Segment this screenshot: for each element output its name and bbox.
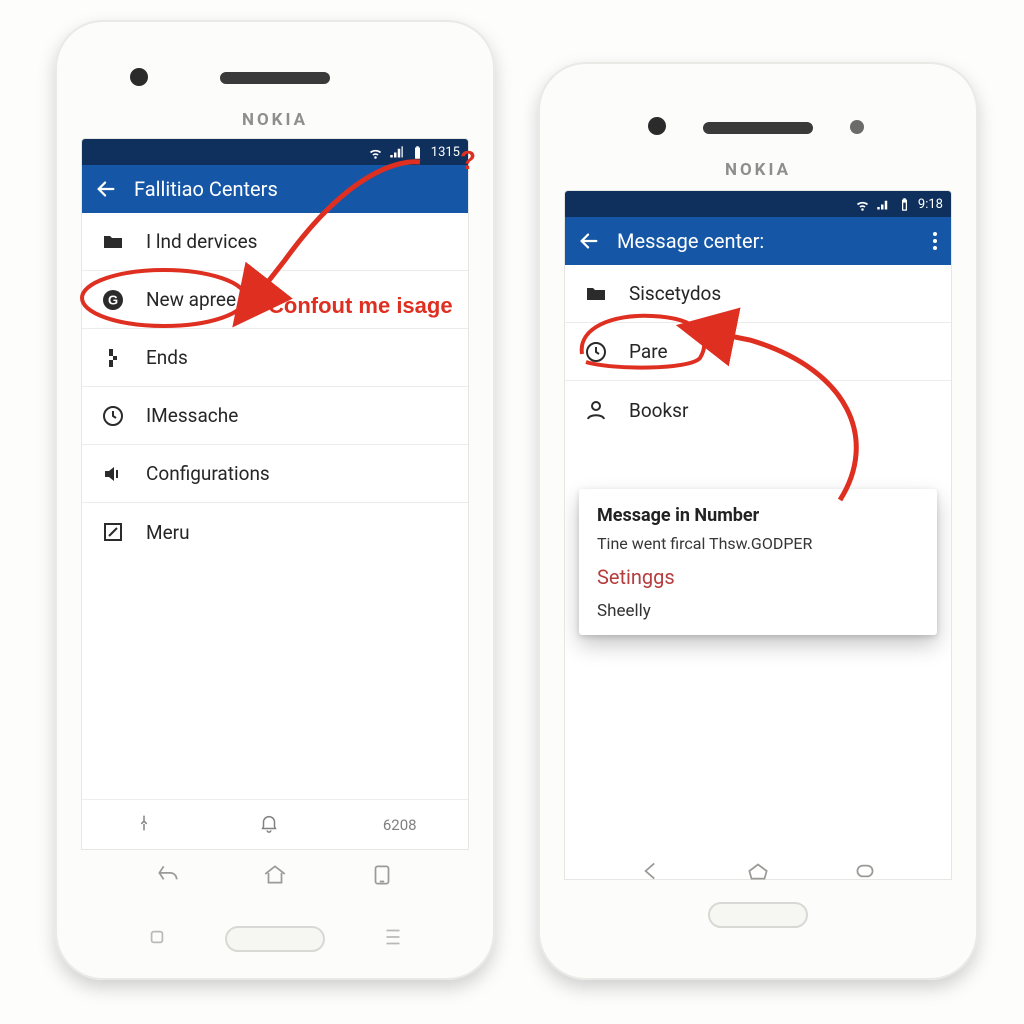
row-label: New apree: [146, 288, 236, 311]
battery-icon: [897, 197, 912, 212]
person-icon: [583, 398, 609, 422]
brand-label: NOKIA: [55, 110, 495, 130]
nav-home-icon[interactable]: [258, 862, 292, 892]
status-bar: 9:18: [565, 191, 951, 217]
row-label: Booksr: [629, 399, 688, 422]
overflow-menu-icon[interactable]: [929, 228, 941, 254]
settings-list: Siscetydos Pare Booksr: [565, 265, 951, 439]
list-item[interactable]: Configurations: [82, 445, 468, 503]
settings-list: I lnd dervices G New apree Ends IMessach…: [82, 213, 468, 561]
hardware-nav-2: [55, 924, 495, 954]
row-label: Ends: [146, 346, 188, 369]
nav-back-icon[interactable]: [151, 862, 185, 892]
hardware-nav: [55, 862, 495, 892]
list-item[interactable]: IMessache: [82, 387, 468, 445]
row-label: IMessache: [146, 404, 238, 427]
clock-icon: [100, 404, 126, 428]
signal-icon: [876, 197, 891, 212]
list-item[interactable]: I lnd dervices: [82, 213, 468, 271]
wifi-icon: [368, 145, 383, 160]
page-title: Fallitiao Centers: [134, 177, 458, 201]
back-icon[interactable]: [92, 175, 120, 203]
earpiece-speaker: [220, 72, 330, 84]
app-bar: Message center:: [565, 217, 951, 265]
list-item[interactable]: Booksr: [565, 381, 951, 439]
list-item[interactable]: Siscetydos: [565, 265, 951, 323]
pin-icon[interactable]: [133, 812, 155, 838]
home-pill[interactable]: [708, 902, 808, 928]
nav-back-icon[interactable]: [634, 858, 668, 888]
icon: [376, 924, 410, 954]
sensor-dot: [850, 120, 864, 134]
dialog-card: Message in Number Tine went fircal Thsw.…: [579, 489, 937, 635]
edit-box-icon: [100, 520, 126, 544]
row-label: Meru: [146, 521, 190, 544]
row-label: Configurations: [146, 462, 270, 485]
brand-label: NOKIA: [538, 160, 978, 180]
camera-dot: [130, 68, 148, 86]
dialog-title: Message in Number: [597, 505, 919, 526]
row-label: I lnd dervices: [146, 230, 257, 253]
phone-mockup-right: NOKIA 9:18 Message center:: [538, 62, 978, 980]
speaker-icon: [100, 462, 126, 486]
bell-icon[interactable]: [258, 812, 280, 838]
phone-mockup-left: NOKIA 1315 Fallitiao Centers: [55, 20, 495, 980]
nav-recent-icon[interactable]: [365, 862, 399, 892]
innerbar-number: 6208: [383, 816, 417, 834]
app-bar: Fallitiao Centers: [82, 165, 468, 213]
page-title: Message center:: [617, 229, 915, 253]
screen-left: 1315 Fallitiao Centers I lnd dervices G …: [81, 138, 469, 850]
nav-home-icon[interactable]: [741, 858, 775, 888]
wifi-icon: [855, 197, 870, 212]
row-label: Siscetydos: [629, 282, 721, 305]
screen-bottom-bar: 6208: [82, 799, 468, 849]
back-icon[interactable]: [575, 227, 603, 255]
list-item[interactable]: Pare: [565, 323, 951, 381]
home-pill[interactable]: [225, 926, 325, 952]
dialog-link[interactable]: Setinggs: [597, 565, 919, 589]
earpiece-speaker: [703, 122, 813, 134]
nav-recent-icon[interactable]: [848, 858, 882, 888]
svg-text:G: G: [108, 292, 118, 307]
row-label: Pare: [629, 340, 668, 363]
list-item[interactable]: G New apree: [82, 271, 468, 329]
list-item[interactable]: Ends: [82, 329, 468, 387]
segments-icon: [100, 346, 126, 370]
battery-icon: [410, 145, 425, 160]
dialog-option[interactable]: Sheelly: [597, 601, 919, 621]
clock-label: 9:18: [918, 197, 943, 212]
g-badge-icon: G: [100, 288, 126, 312]
list-item[interactable]: Meru: [82, 503, 468, 561]
clock-label: 1315: [431, 145, 460, 160]
icon: [140, 924, 174, 954]
screen-right: 9:18 Message center: Siscetydos Pare: [564, 190, 952, 880]
dialog-text: Tine went fircal Thsw.GODPER: [597, 534, 919, 553]
clock-icon: [583, 340, 609, 364]
folder-icon: [583, 282, 609, 306]
signal-icon: [389, 145, 404, 160]
hardware-nav: [538, 858, 978, 888]
status-bar: 1315: [82, 139, 468, 165]
folder-icon: [100, 230, 126, 254]
camera-dot: [648, 117, 666, 135]
